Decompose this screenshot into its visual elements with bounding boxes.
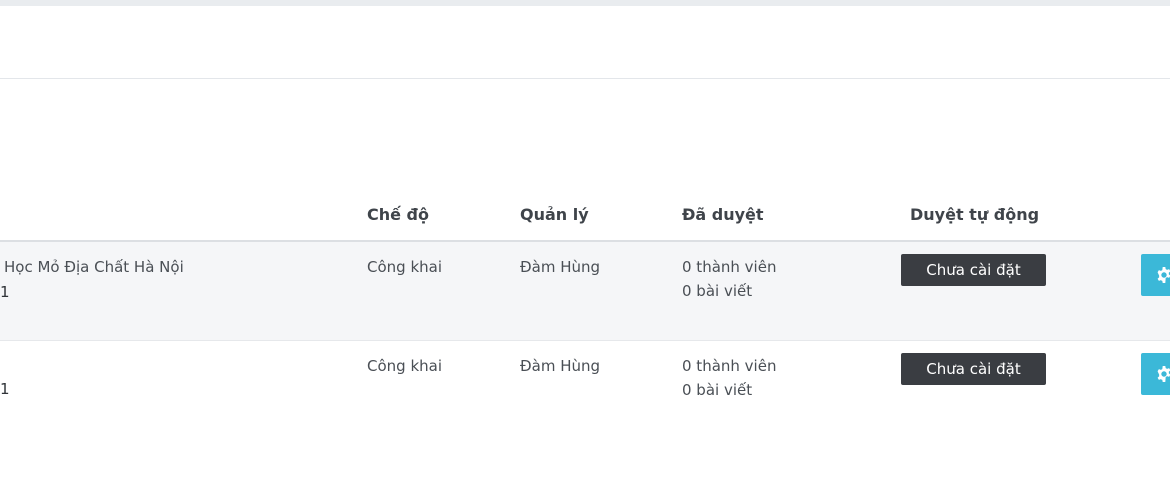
group-count: 1: [0, 380, 10, 398]
mode-cell: Công khai: [367, 357, 442, 375]
group-count: 1: [0, 283, 10, 301]
table-row: Học Mỏ Địa Chất Hà Nội 1 Công khai Đàm H…: [0, 242, 1170, 341]
auto-approve-status-button[interactable]: Chưa cài đặt: [901, 353, 1046, 385]
gear-icon: [1157, 366, 1170, 382]
group-name[interactable]: Học Mỏ Địa Chất Hà Nội: [4, 255, 184, 279]
gear-icon: [1157, 267, 1170, 283]
posts-count: 0 bài viết: [682, 282, 753, 300]
manager-cell[interactable]: Đàm Hùng: [520, 255, 600, 279]
auto-approve-status-button[interactable]: Chưa cài đặt: [901, 254, 1046, 286]
page-header-area: [0, 6, 1170, 79]
column-header-approved: Đã duyệt: [682, 205, 764, 224]
settings-button[interactable]: [1141, 254, 1170, 296]
members-count: 0 thành viên: [682, 357, 777, 375]
column-header-auto-approve: Duyệt tự động: [910, 205, 1040, 224]
column-header-manager: Quản lý: [520, 205, 589, 224]
posts-count: 0 bài viết: [682, 381, 753, 399]
column-header-mode: Chế độ: [367, 205, 429, 224]
mode-cell: Công khai: [367, 258, 442, 276]
members-count: 0 thành viên: [682, 258, 777, 276]
settings-button[interactable]: [1141, 353, 1170, 395]
table-row: 1 Công khai Đàm Hùng 0 thành viên 0 bài …: [0, 341, 1170, 438]
manager-cell[interactable]: Đàm Hùng: [520, 354, 600, 378]
